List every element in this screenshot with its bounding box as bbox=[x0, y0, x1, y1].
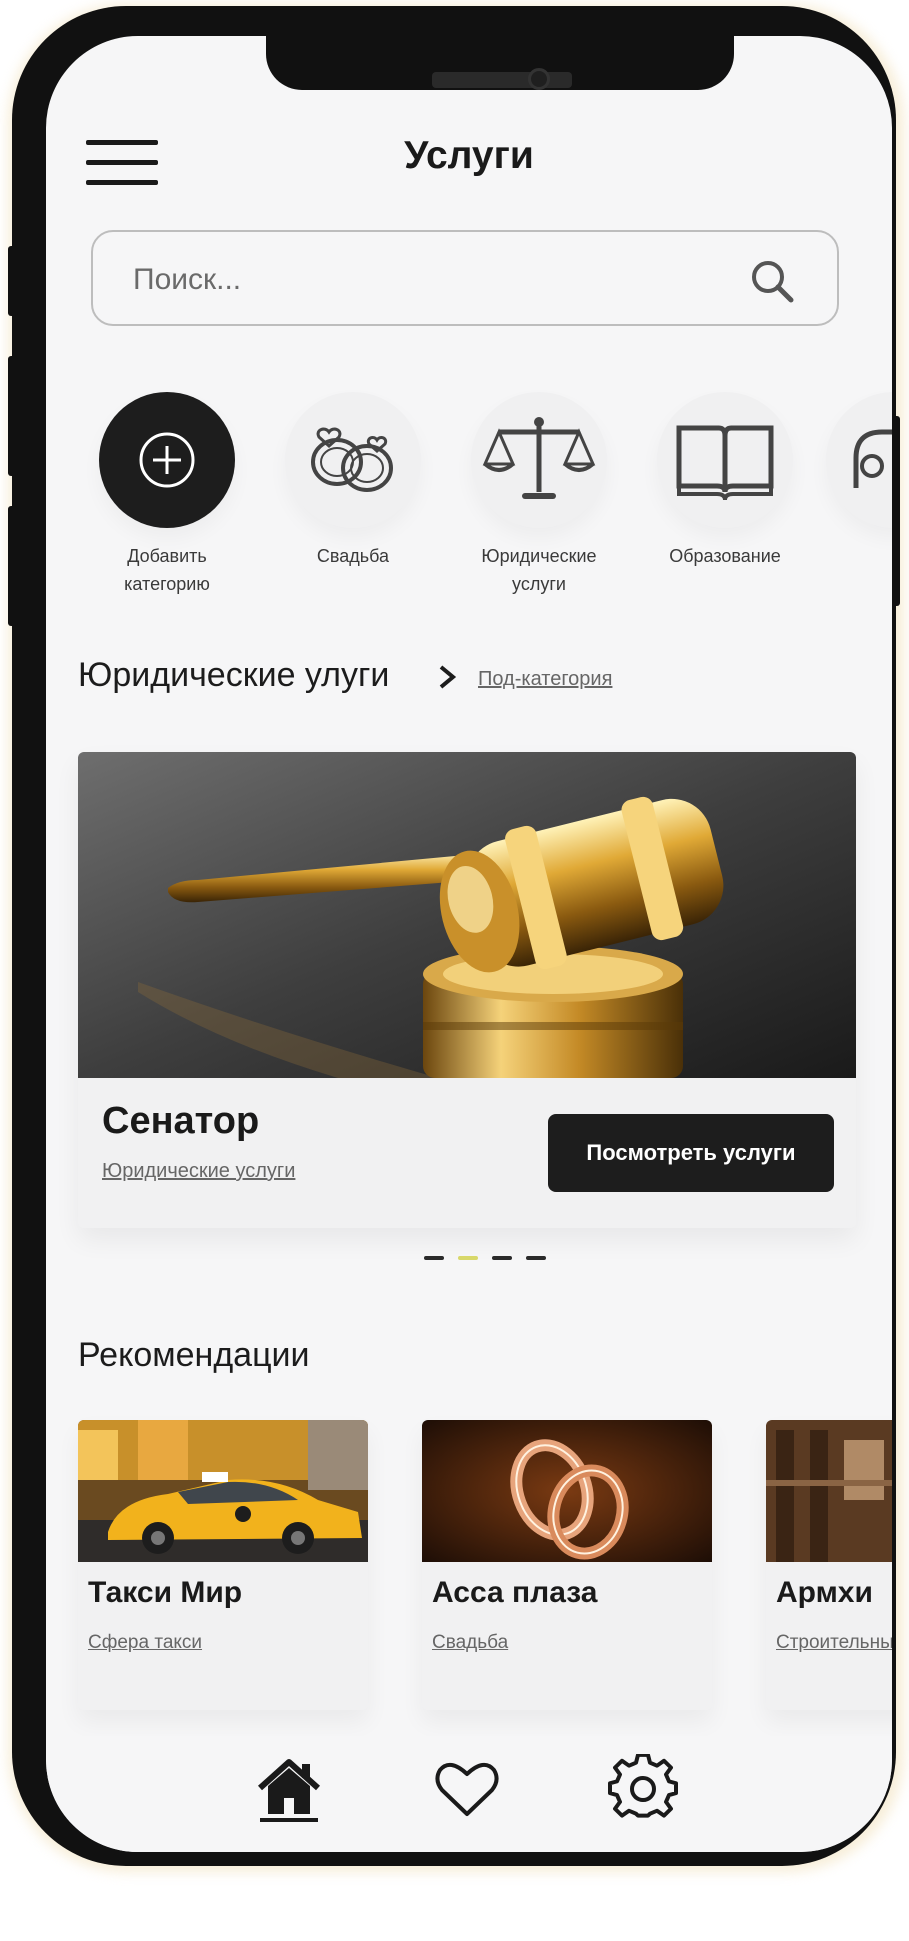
chevron-right-icon[interactable] bbox=[436, 662, 458, 692]
carousel-dot[interactable] bbox=[424, 1256, 444, 1260]
recommendations-title: Рекомендации bbox=[78, 1336, 310, 1374]
carousel-dot[interactable] bbox=[526, 1256, 546, 1260]
wedding-rings-icon bbox=[285, 392, 421, 528]
category-partial-icon bbox=[826, 392, 892, 528]
phone-volume-down bbox=[8, 506, 18, 626]
gavel-photo bbox=[78, 752, 856, 1078]
scales-icon bbox=[471, 392, 607, 528]
plus-circle-icon[interactable] bbox=[99, 392, 235, 528]
recommendation-card[interactable]: Армхи Строительные услуги bbox=[766, 1420, 892, 1710]
phone-silent-switch bbox=[8, 246, 18, 316]
category-wedding[interactable]: Свадьба bbox=[268, 392, 438, 570]
category-label: Образование bbox=[669, 546, 781, 566]
category-label: Добавить категорию bbox=[124, 546, 210, 594]
category-education[interactable]: Образование bbox=[640, 392, 810, 570]
search-bar[interactable] bbox=[91, 230, 839, 326]
home-icon[interactable] bbox=[254, 1754, 324, 1824]
search-input[interactable] bbox=[131, 254, 695, 306]
category-add[interactable]: Добавить категорию bbox=[82, 392, 252, 598]
category-legal[interactable]: Юридические услуги bbox=[454, 392, 624, 598]
recommendation-category-link[interactable]: Сфера такси bbox=[88, 1626, 358, 1659]
featured-name: Сенатор bbox=[102, 1100, 260, 1142]
speaker-grille bbox=[432, 72, 572, 88]
book-icon bbox=[657, 392, 793, 528]
phone-frame: Услуги Добавить категорию bbox=[8, 6, 900, 1866]
building-photo bbox=[766, 1420, 892, 1562]
recommendation-category-link[interactable]: Строительные услуги bbox=[776, 1626, 892, 1659]
carousel-dot[interactable] bbox=[492, 1256, 512, 1260]
subcategory-link[interactable]: Под-категория bbox=[478, 668, 612, 691]
category-label: Свадьба bbox=[316, 546, 390, 566]
category-label: Юридические услуги bbox=[481, 546, 597, 594]
settings-icon[interactable] bbox=[608, 1754, 678, 1824]
page-title: Услуги bbox=[404, 134, 534, 177]
bottom-tab-bar bbox=[46, 1736, 892, 1852]
featured-category-link[interactable]: Юридические услуги bbox=[102, 1160, 295, 1183]
recommendation-name: Асса плаза bbox=[432, 1576, 598, 1609]
taxi-photo bbox=[78, 1420, 368, 1562]
recommendation-card[interactable]: Такси Мир Сфера такси bbox=[78, 1420, 368, 1710]
section-title: Юридические улуги bbox=[78, 656, 390, 694]
phone-notch bbox=[266, 36, 734, 90]
front-camera bbox=[528, 68, 550, 90]
recommendation-category-link[interactable]: Свадьба bbox=[432, 1626, 702, 1659]
search-icon[interactable] bbox=[749, 258, 795, 304]
recommendation-name: Армхи bbox=[776, 1576, 873, 1609]
heart-icon[interactable] bbox=[432, 1754, 502, 1824]
rings-photo bbox=[422, 1420, 712, 1562]
recommendation-card[interactable]: Асса плаза Свадьба bbox=[422, 1420, 712, 1710]
featured-card[interactable]: Сенатор Юридические услуги Посмотреть ус… bbox=[78, 752, 856, 1228]
view-services-button[interactable]: Посмотреть услуги bbox=[548, 1114, 834, 1192]
carousel-dot-active[interactable] bbox=[458, 1256, 478, 1260]
recommendation-name: Такси Мир bbox=[88, 1576, 243, 1609]
category-partial[interactable] bbox=[826, 392, 892, 528]
phone-volume-up bbox=[8, 356, 18, 476]
app-screen: Услуги Добавить категорию bbox=[46, 36, 892, 1852]
